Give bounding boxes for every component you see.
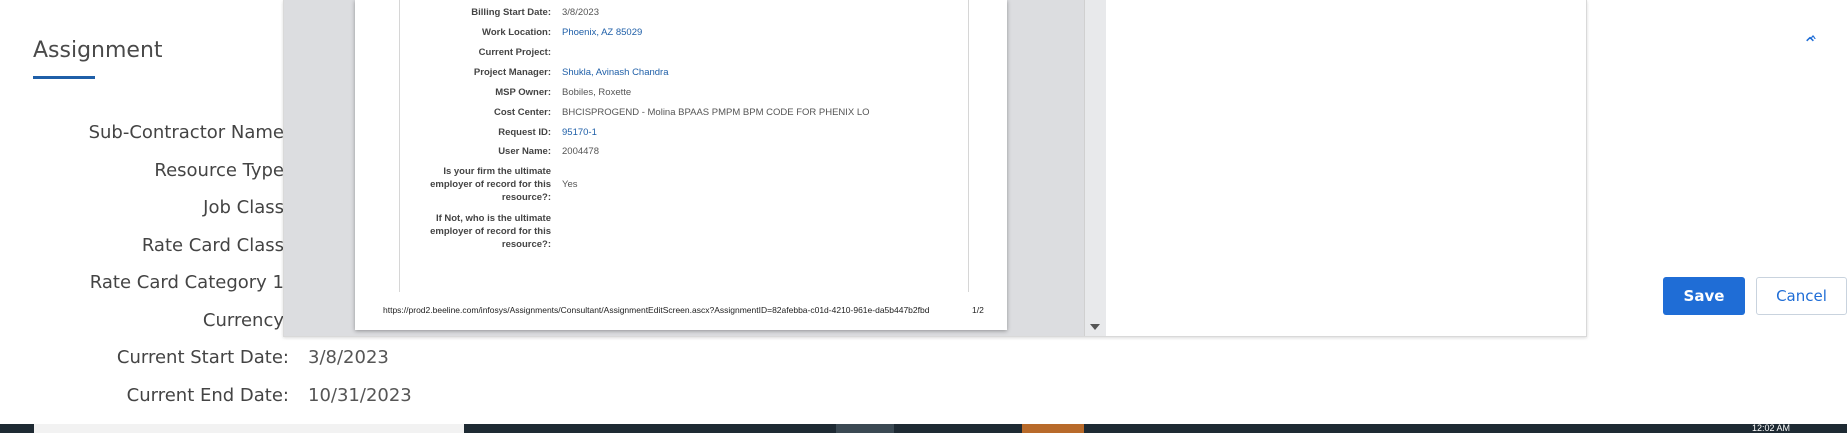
field-label-rate-card-category: Rate Card Category 1 xyxy=(89,272,284,293)
cancel-button[interactable]: Cancel xyxy=(1756,277,1847,315)
scroll-down-arrow-icon[interactable] xyxy=(1090,324,1100,330)
taskbar-app-item-active[interactable] xyxy=(1022,424,1084,433)
save-button[interactable]: Save xyxy=(1663,277,1745,315)
work-location-link[interactable]: Phoenix, AZ 85029 xyxy=(562,26,642,39)
field-label-currency: Currency xyxy=(202,310,284,331)
print-preview-modal: Billing Start Date: 3/8/2023 Work Locati… xyxy=(283,0,1847,337)
request-id-link[interactable]: 95170-1 xyxy=(562,126,597,139)
pdf-label: Is your firm the ultimate employer of re… xyxy=(430,166,551,203)
pdf-label: Project Manager: xyxy=(473,67,551,78)
page-rule-left xyxy=(399,0,400,292)
field-label-current-start-date: Current Start Date: xyxy=(116,347,289,368)
field-value-current-end-date: 10/31/2023 xyxy=(308,385,412,406)
pdf-page: Billing Start Date: 3/8/2023 Work Locati… xyxy=(355,0,1007,330)
project-manager-link[interactable]: Shukla, Avinash Chandra xyxy=(562,66,669,79)
pdf-footer-url: https://prod2.beeline.com/infosys/Assign… xyxy=(383,305,930,315)
field-label-resource-type: Resource Type xyxy=(154,160,284,181)
pdf-label: Billing Start Date: xyxy=(471,7,551,18)
pdf-label: Current Project: xyxy=(478,47,551,58)
pdf-label: User Name: xyxy=(498,146,551,157)
pdf-label: Cost Center: xyxy=(493,107,551,118)
pdf-value: Bobiles, Roxette xyxy=(562,87,632,98)
field-label-rate-card-class: Rate Card Class xyxy=(141,235,284,256)
pdf-value: Yes xyxy=(562,179,578,190)
pdf-label: MSP Owner: xyxy=(495,87,551,98)
pdf-value: BHCISPROGEND - Molina BPAAS PMPM BPM COD… xyxy=(562,107,870,118)
title-underline xyxy=(33,76,95,79)
pdf-viewer[interactable]: Billing Start Date: 3/8/2023 Work Locati… xyxy=(284,0,1084,336)
field-label-sub-contractor-name: Sub-Contractor Name xyxy=(88,122,284,143)
collapse-chevron-icon[interactable]: ⌃̂ xyxy=(1800,34,1820,54)
pdf-page-indicator: 1/2 xyxy=(972,305,984,315)
pdf-label: If Not, who is the ultimate employer of … xyxy=(430,213,551,250)
field-label-job-class: Job Class xyxy=(203,197,284,218)
taskbar-clock: 12:02 AM xyxy=(1752,423,1791,433)
pdf-value: 2004478 xyxy=(562,146,599,157)
field-value-current-start-date: 3/8/2023 xyxy=(308,347,389,368)
field-label-current-end-date: Current End Date: xyxy=(126,385,289,406)
taskbar-search[interactable] xyxy=(34,424,464,433)
page-rule-right xyxy=(968,0,969,292)
pdf-label: Work Location: xyxy=(482,27,551,38)
viewer-scrollbar[interactable] xyxy=(1084,0,1106,336)
page-title: Assignment xyxy=(33,38,163,63)
pdf-label: Request ID: xyxy=(498,127,551,138)
taskbar-app-item[interactable] xyxy=(836,424,894,433)
pdf-value: 3/8/2023 xyxy=(562,7,599,18)
